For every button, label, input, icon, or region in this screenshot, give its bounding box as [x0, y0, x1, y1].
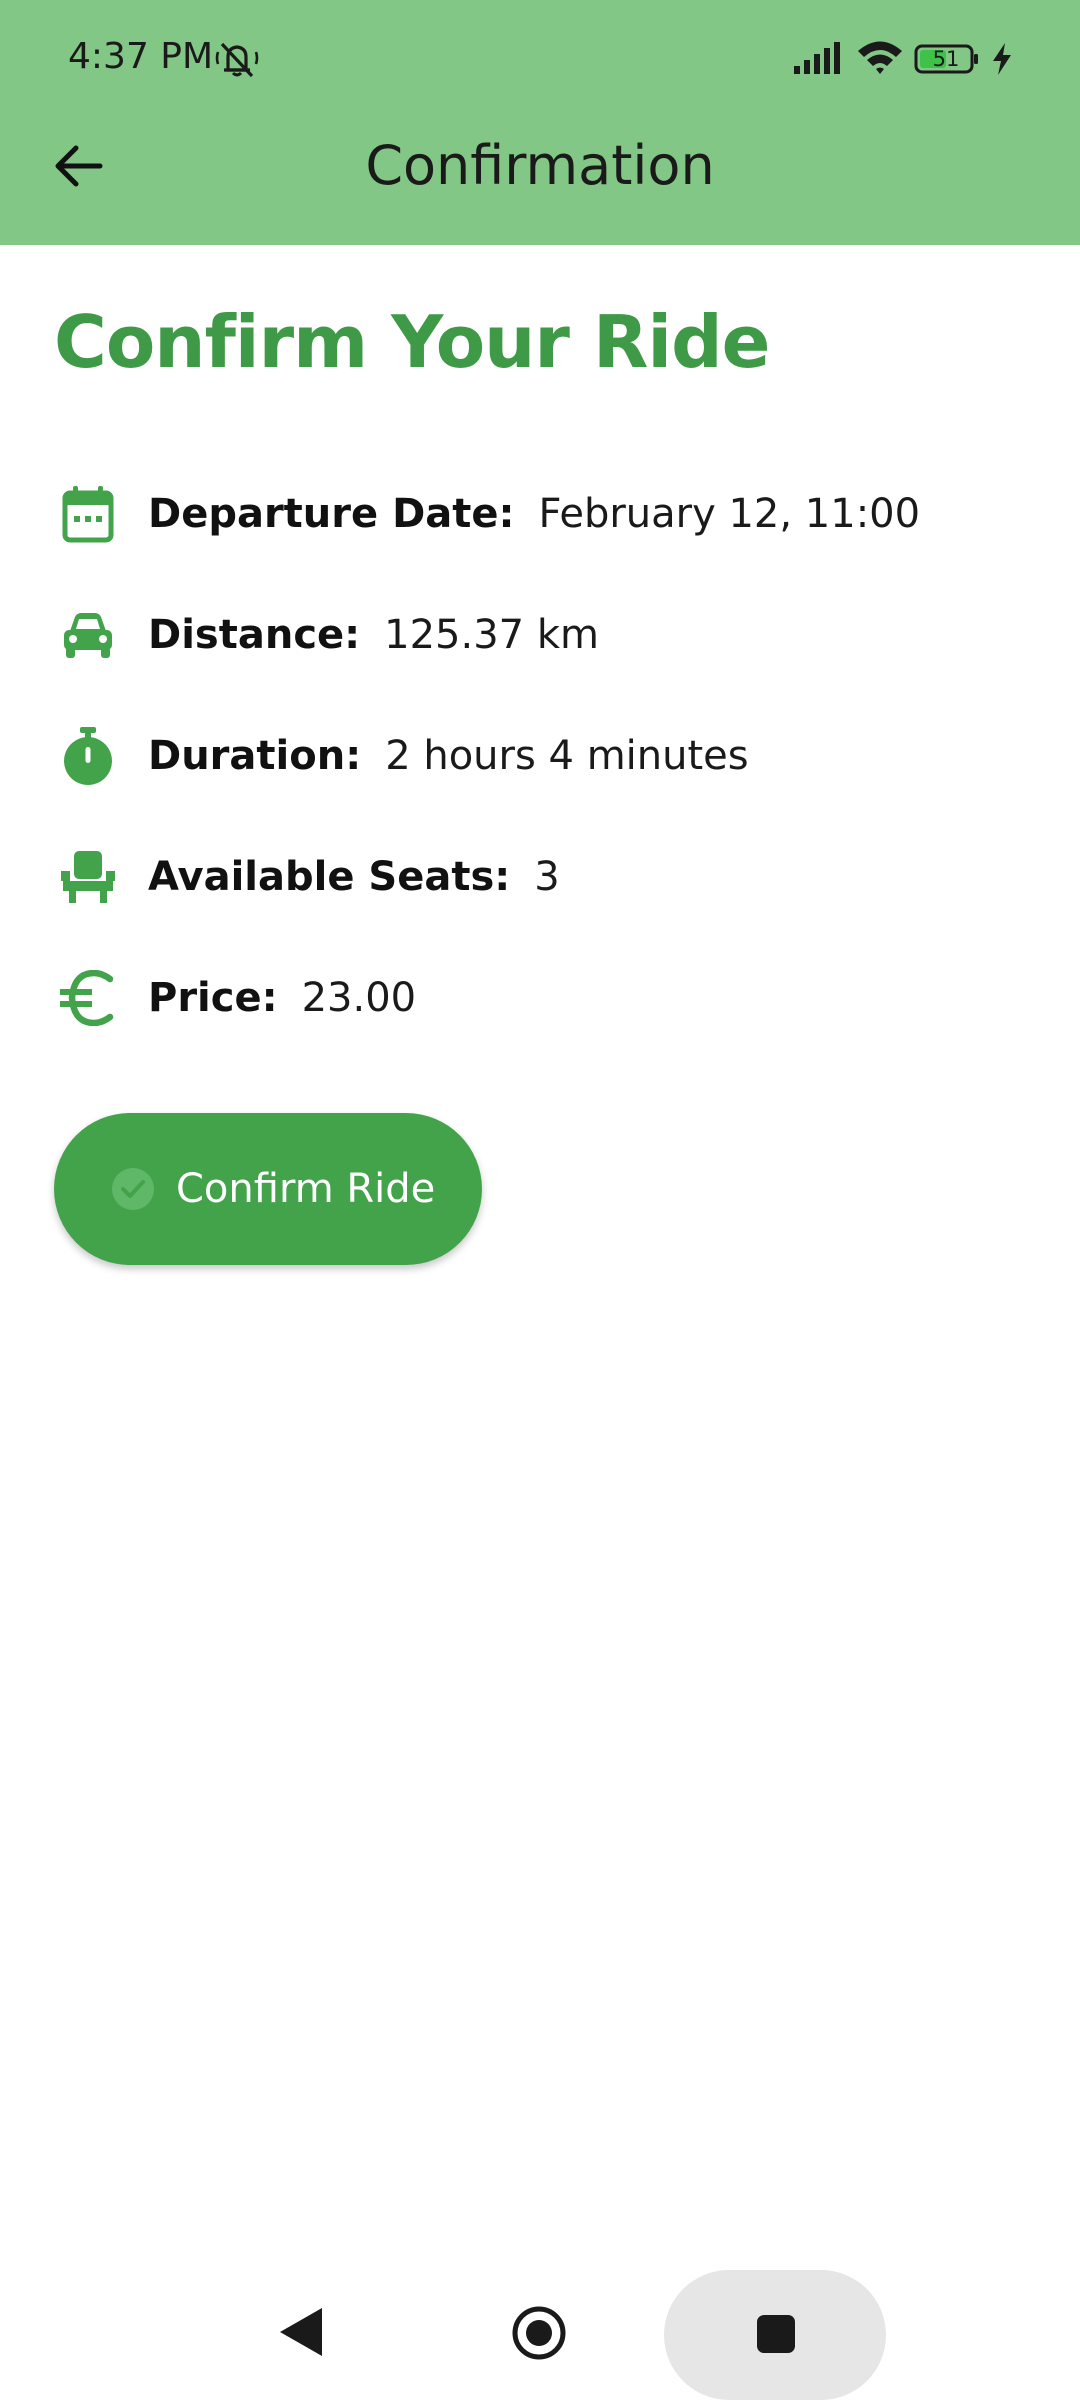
car-icon: [54, 601, 122, 669]
detail-label: Duration:: [148, 733, 362, 779]
detail-value: February 12, 11:00: [538, 491, 921, 537]
detail-value: 125.37 km: [384, 612, 599, 658]
bell-off-icon: [215, 42, 259, 78]
app-bar-title: Confirmation: [365, 134, 715, 197]
status-time: 4:37 PM: [68, 36, 214, 77]
detail-value: 3: [534, 854, 560, 900]
battery-level: 51: [932, 47, 960, 71]
wifi-icon: [858, 41, 902, 74]
detail-row-departure-date: Departure Date: February 12, 11:00: [54, 474, 1034, 554]
check-circle-icon: [112, 1168, 154, 1210]
page-title: Confirm Your Ride: [54, 300, 770, 384]
detail-value: 2 hours 4 minutes: [385, 733, 749, 779]
signal-icon: [794, 42, 840, 74]
top-bar: 4:37 PM 51 Confirmation: [0, 0, 1080, 245]
stopwatch-icon: [54, 722, 122, 790]
calendar-icon: [54, 480, 122, 548]
detail-label: Distance:: [148, 612, 361, 658]
detail-label: Available Seats:: [148, 854, 511, 900]
detail-label: Departure Date:: [148, 491, 515, 537]
nav-back-icon[interactable]: [276, 2305, 326, 2359]
seat-icon: [54, 843, 122, 911]
detail-value: 23.00: [301, 975, 417, 1021]
confirm-ride-label: Confirm Ride: [176, 1166, 436, 1212]
detail-row-price: Price: 23.00: [54, 958, 1034, 1038]
nav-recents-icon[interactable]: [756, 2314, 796, 2354]
detail-row-distance: Distance: 125.37 km: [54, 595, 1034, 675]
confirmation-screen: 4:37 PM 51 Confirmation Confirm Your Rid…: [0, 0, 1080, 2400]
detail-row-duration: Duration: 2 hours 4 minutes: [54, 716, 1034, 796]
charging-icon: [993, 43, 1011, 75]
nav-home-icon[interactable]: [510, 2304, 568, 2362]
detail-row-available-seats: Available Seats: 3: [54, 837, 1034, 917]
detail-label: Price:: [148, 975, 278, 1021]
confirm-ride-button[interactable]: Confirm Ride: [54, 1113, 482, 1265]
euro-icon: [54, 964, 122, 1032]
